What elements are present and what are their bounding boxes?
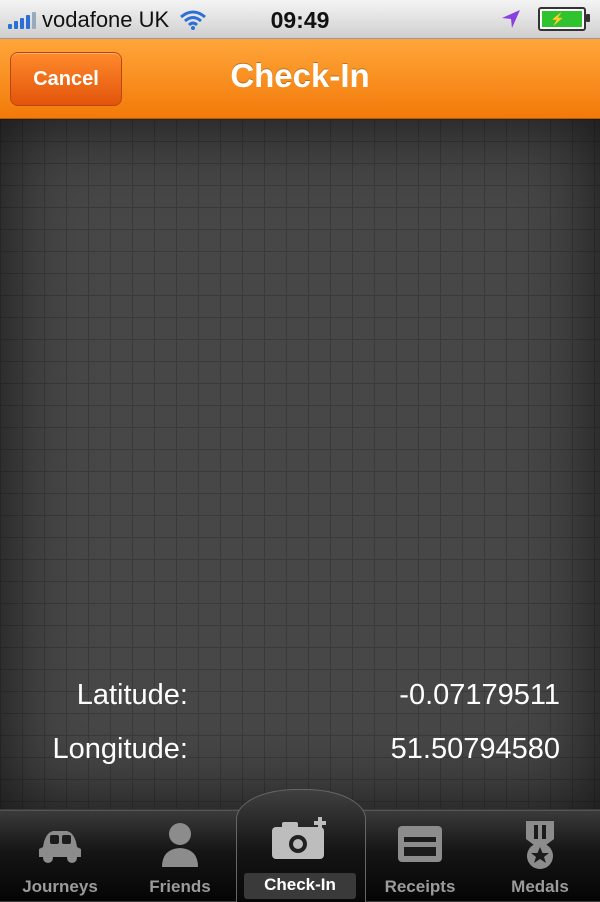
tab-journeys-label: Journeys — [22, 877, 98, 896]
checkin-content: Latitude: -0.07179511 Longitude: 51.5079… — [0, 119, 600, 809]
tab-medals-label: Medals — [511, 877, 569, 896]
medal-icon — [526, 821, 554, 869]
longitude-label: Longitude: — [52, 733, 188, 765]
tab-receipts-label: Receipts — [384, 877, 456, 896]
longitude-value: 51.50794580 — [390, 733, 560, 765]
tab-receipts[interactable]: Receipts — [360, 811, 480, 901]
car-icon — [39, 831, 81, 863]
latitude-label: Latitude: — [76, 679, 188, 711]
latitude-value: -0.07179511 — [399, 679, 560, 711]
longitude-row: Longitude: 51.50794580 — [0, 733, 600, 773]
tab-check-in-label: Check-In — [264, 875, 336, 894]
navigation-bar: Cancel Check-In — [0, 39, 600, 119]
tab-friends[interactable]: Friends — [120, 811, 240, 901]
tab-journeys[interactable]: Journeys — [0, 811, 120, 901]
page-title: Check-In — [230, 57, 370, 94]
status-bar: vodafone UK 09:49 ⚡ — [0, 0, 600, 39]
tab-friends-label: Friends — [149, 877, 211, 896]
tab-medals[interactable]: Medals — [480, 811, 600, 901]
status-right: ⚡ — [500, 7, 590, 31]
latitude-row: Latitude: -0.07179511 — [0, 679, 600, 719]
location-arrow-icon — [502, 10, 520, 28]
tab-check-in[interactable]: Check-In — [240, 811, 360, 901]
camera-plus-icon — [272, 817, 326, 859]
battery-charging-icon: ⚡ — [538, 7, 590, 31]
card-icon — [398, 826, 442, 862]
tab-bar: Journeys Friends Check-In Receipts Medal… — [0, 789, 600, 902]
person-icon — [162, 823, 198, 867]
